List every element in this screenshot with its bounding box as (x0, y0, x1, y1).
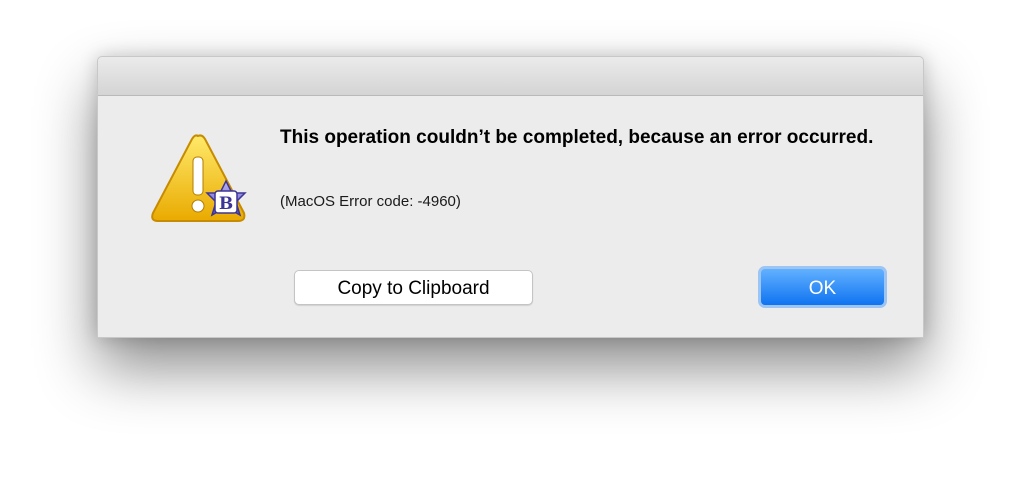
error-alert-dialog: B This operation couldn’t be completed, … (97, 56, 924, 338)
ok-button[interactable]: OK (758, 266, 887, 308)
alert-error-detail: (MacOS Error code: -4960) (280, 193, 461, 210)
dialog-titlebar[interactable] (98, 57, 923, 96)
copy-to-clipboard-button[interactable]: Copy to Clipboard (294, 270, 533, 305)
alert-message-title: This operation couldn’t be completed, be… (280, 127, 874, 148)
warning-icon: B (144, 131, 254, 231)
svg-text:B: B (219, 194, 233, 214)
